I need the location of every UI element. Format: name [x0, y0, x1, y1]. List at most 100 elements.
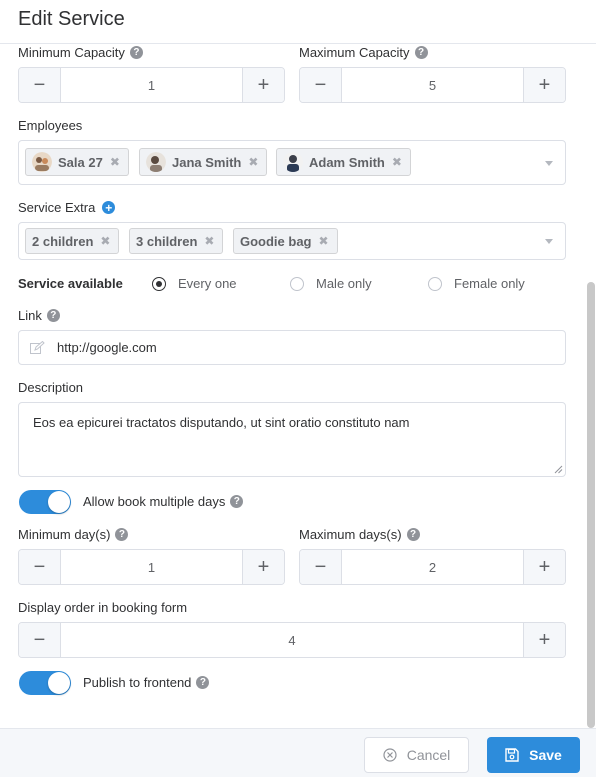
publish-toggle[interactable]: [19, 671, 71, 695]
chevron-down-icon[interactable]: [545, 160, 553, 166]
radio-female-only[interactable]: Female only: [428, 276, 525, 291]
add-extra-icon[interactable]: +: [102, 201, 116, 214]
description-text: Eos ea epicurei tractatos disputando, ut…: [33, 415, 410, 430]
extra-tag-label: 3 children: [136, 233, 198, 249]
employee-tag-label: Sala 27: [58, 154, 103, 170]
toggle-knob: [48, 491, 70, 513]
decrease-button[interactable]: −: [19, 623, 61, 657]
radio-unchecked-icon[interactable]: [428, 276, 442, 291]
allow-multiple-days-label: Allow book multiple days ?: [83, 494, 244, 509]
radio-every-one[interactable]: Every one: [152, 276, 237, 291]
publish-label: Publish to frontend ?: [83, 675, 210, 690]
display-order-value[interactable]: 4: [61, 623, 523, 657]
display-order-label: Display order in booking form: [18, 600, 188, 615]
extra-tag: Goodie bag ✖: [233, 228, 338, 254]
employee-tag: Jana Smith ✖: [139, 148, 268, 176]
remove-tag-icon[interactable]: ✖: [100, 234, 110, 248]
service-available-label: Service available: [18, 276, 123, 291]
description-label: Description: [18, 380, 84, 395]
radio-checked-icon[interactable]: [152, 276, 166, 291]
employee-tag-label: Adam Smith: [309, 154, 385, 170]
remove-tag-icon[interactable]: ✖: [392, 155, 402, 169]
floppy-disk-icon: [505, 748, 519, 762]
increase-button[interactable]: +: [523, 68, 565, 102]
employee-tag-label: Jana Smith: [172, 154, 242, 170]
help-icon[interactable]: ?: [406, 528, 420, 541]
cancel-button[interactable]: Cancel: [364, 737, 469, 773]
decrease-button[interactable]: −: [19, 550, 61, 584]
min-days-stepper: − 1 +: [18, 549, 285, 585]
employees-label: Employees: [18, 118, 83, 133]
scrollbar-thumb[interactable]: [587, 282, 595, 728]
radio-unchecked-icon[interactable]: [290, 276, 304, 291]
link-label: Link ?: [18, 308, 60, 323]
increase-button[interactable]: +: [242, 550, 284, 584]
employees-select[interactable]: Sala 27 ✖ Jana Smith ✖ Adam Smith ✖: [18, 140, 566, 185]
extra-tag-label: Goodie bag: [240, 233, 312, 249]
min-capacity-label-text: Minimum Capacity: [18, 45, 125, 60]
max-capacity-value[interactable]: 5: [342, 68, 523, 102]
help-icon[interactable]: ?: [196, 676, 210, 689]
dialog-footer: Cancel Save: [0, 728, 596, 777]
employee-tag: Adam Smith ✖: [276, 148, 411, 176]
save-button[interactable]: Save: [487, 737, 580, 773]
edit-icon: [30, 341, 45, 354]
avatar: [146, 152, 166, 172]
allow-multiple-days-text: Allow book multiple days: [83, 494, 226, 509]
link-label-text: Link: [18, 308, 42, 323]
min-days-label-text: Minimum day(s): [18, 527, 111, 542]
remove-tag-icon[interactable]: ✖: [110, 155, 120, 169]
decrease-button[interactable]: −: [19, 68, 61, 102]
toggle-knob: [48, 672, 70, 694]
extra-tag: 3 children ✖: [129, 228, 224, 254]
chevron-down-icon[interactable]: [545, 239, 553, 244]
avatar: [283, 152, 303, 172]
max-days-label-text: Maximum days(s): [299, 527, 402, 542]
help-icon[interactable]: ?: [129, 46, 143, 59]
link-input-value: http://google.com: [57, 340, 157, 355]
service-extra-select[interactable]: 2 children ✖ 3 children ✖ Goodie bag ✖: [18, 222, 566, 260]
radio-male-only[interactable]: Male only: [290, 276, 372, 291]
max-capacity-label-text: Maximum Capacity: [299, 45, 410, 60]
increase-button[interactable]: +: [523, 623, 565, 657]
help-icon[interactable]: ?: [46, 309, 60, 322]
max-days-stepper: − 2 +: [299, 549, 566, 585]
cancel-icon: [383, 748, 397, 762]
remove-tag-icon[interactable]: ✖: [204, 234, 214, 248]
max-days-value[interactable]: 2: [342, 550, 523, 584]
decrease-button[interactable]: −: [300, 550, 342, 584]
increase-button[interactable]: +: [242, 68, 284, 102]
extra-tag-label: 2 children: [32, 233, 94, 249]
help-icon[interactable]: ?: [115, 528, 129, 541]
service-extra-label: Service Extra +: [18, 200, 116, 215]
radio-label: Every one: [178, 276, 237, 291]
dialog-header: Edit Service: [0, 0, 596, 44]
help-icon[interactable]: ?: [230, 495, 244, 508]
min-capacity-value[interactable]: 1: [61, 68, 242, 102]
display-order-stepper: − 4 +: [18, 622, 566, 658]
increase-button[interactable]: +: [523, 550, 565, 584]
remove-tag-icon[interactable]: ✖: [319, 234, 329, 248]
min-days-label: Minimum day(s) ?: [18, 527, 129, 542]
radio-label: Female only: [454, 276, 525, 291]
resize-handle-icon[interactable]: [554, 465, 563, 474]
min-capacity-stepper: − 1 +: [18, 67, 285, 103]
max-capacity-label: Maximum Capacity ?: [299, 45, 428, 60]
cancel-button-label: Cancel: [406, 747, 451, 763]
help-icon[interactable]: ?: [414, 46, 428, 59]
remove-tag-icon[interactable]: ✖: [248, 155, 258, 169]
service-extra-label-text: Service Extra: [18, 200, 96, 215]
extra-tag: 2 children ✖: [25, 228, 120, 254]
link-input[interactable]: http://google.com: [18, 330, 566, 365]
min-days-value[interactable]: 1: [61, 550, 242, 584]
min-capacity-label: Minimum Capacity ?: [18, 45, 143, 60]
max-capacity-stepper: − 5 +: [299, 67, 566, 103]
max-days-label: Maximum days(s) ?: [299, 527, 420, 542]
decrease-button[interactable]: −: [300, 68, 342, 102]
avatar: [32, 152, 52, 172]
publish-label-text: Publish to frontend: [83, 675, 192, 690]
description-textarea[interactable]: Eos ea epicurei tractatos disputando, ut…: [18, 402, 566, 477]
dialog-title: Edit Service: [18, 8, 125, 30]
allow-multiple-days-toggle[interactable]: [19, 490, 71, 514]
radio-label: Male only: [316, 276, 372, 291]
